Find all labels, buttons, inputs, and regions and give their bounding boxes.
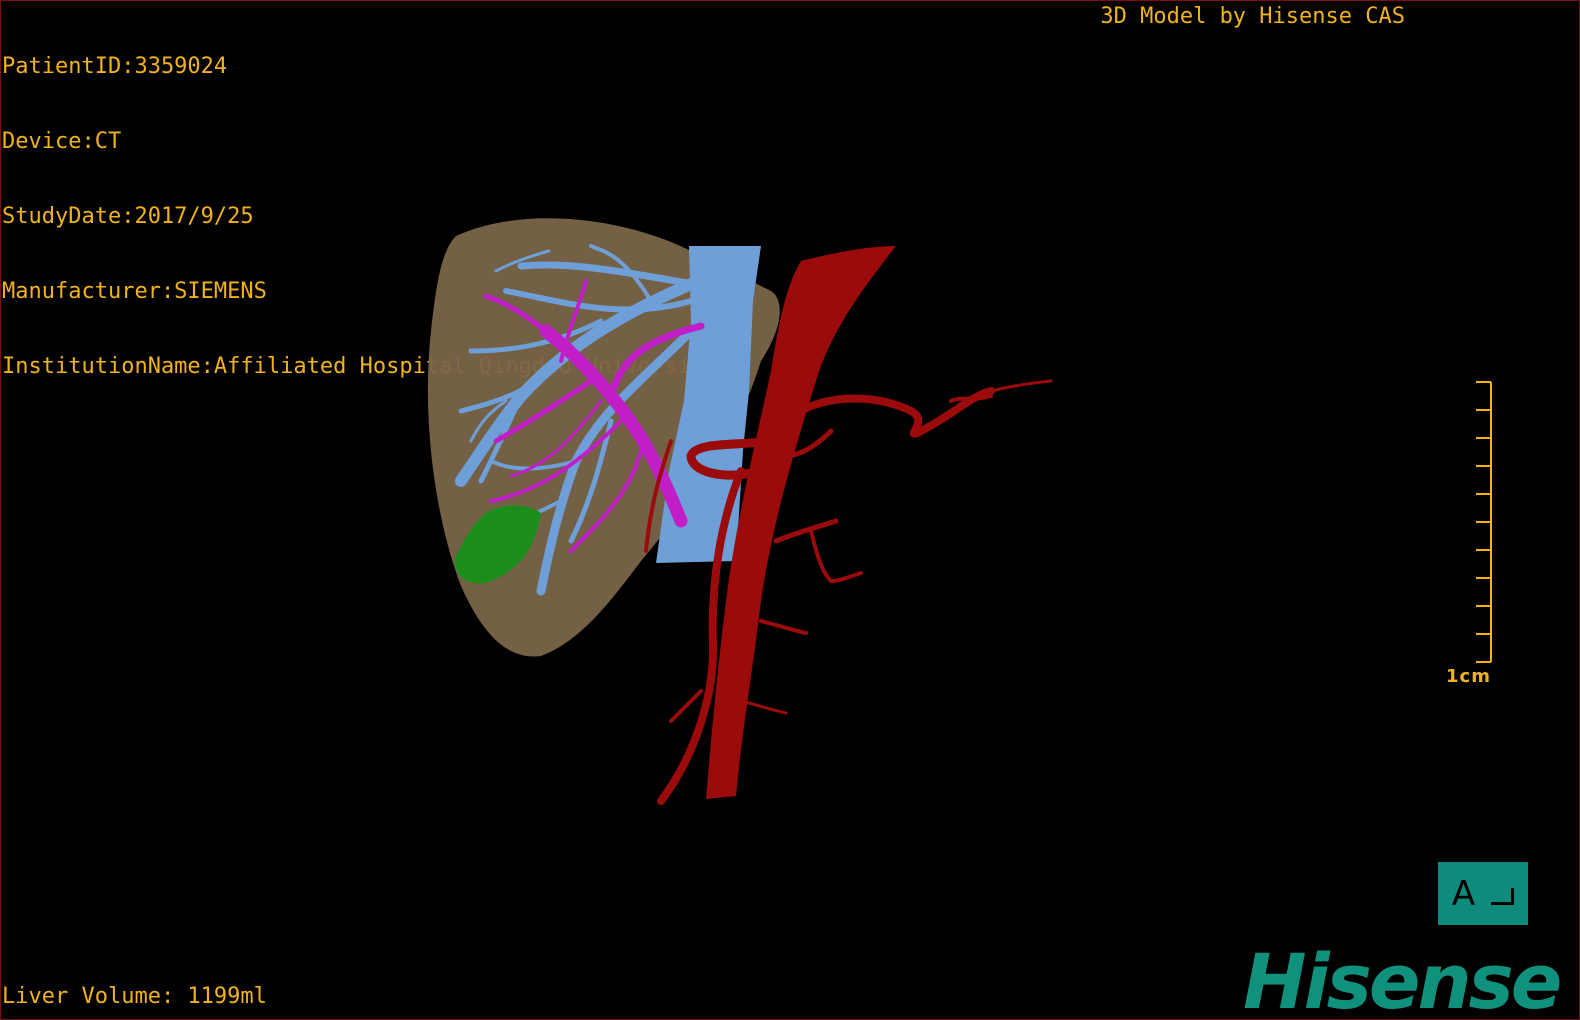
arteries bbox=[644, 379, 1053, 805]
brand-logo: Hisense bbox=[1243, 937, 1562, 1020]
scale-label: 1cm bbox=[1446, 666, 1491, 687]
liver-3d-model[interactable] bbox=[1, 1, 1580, 1020]
orientation-button[interactable]: A bbox=[1438, 862, 1528, 925]
scale-bar bbox=[1476, 381, 1492, 663]
orientation-letter: A bbox=[1451, 873, 1476, 914]
orientation-corner-icon bbox=[1491, 888, 1515, 905]
render-viewport[interactable]: PatientID:3359024 Device:CT StudyDate:20… bbox=[0, 0, 1580, 1020]
liver-volume-text: Liver Volume: 1199ml bbox=[2, 984, 267, 1009]
